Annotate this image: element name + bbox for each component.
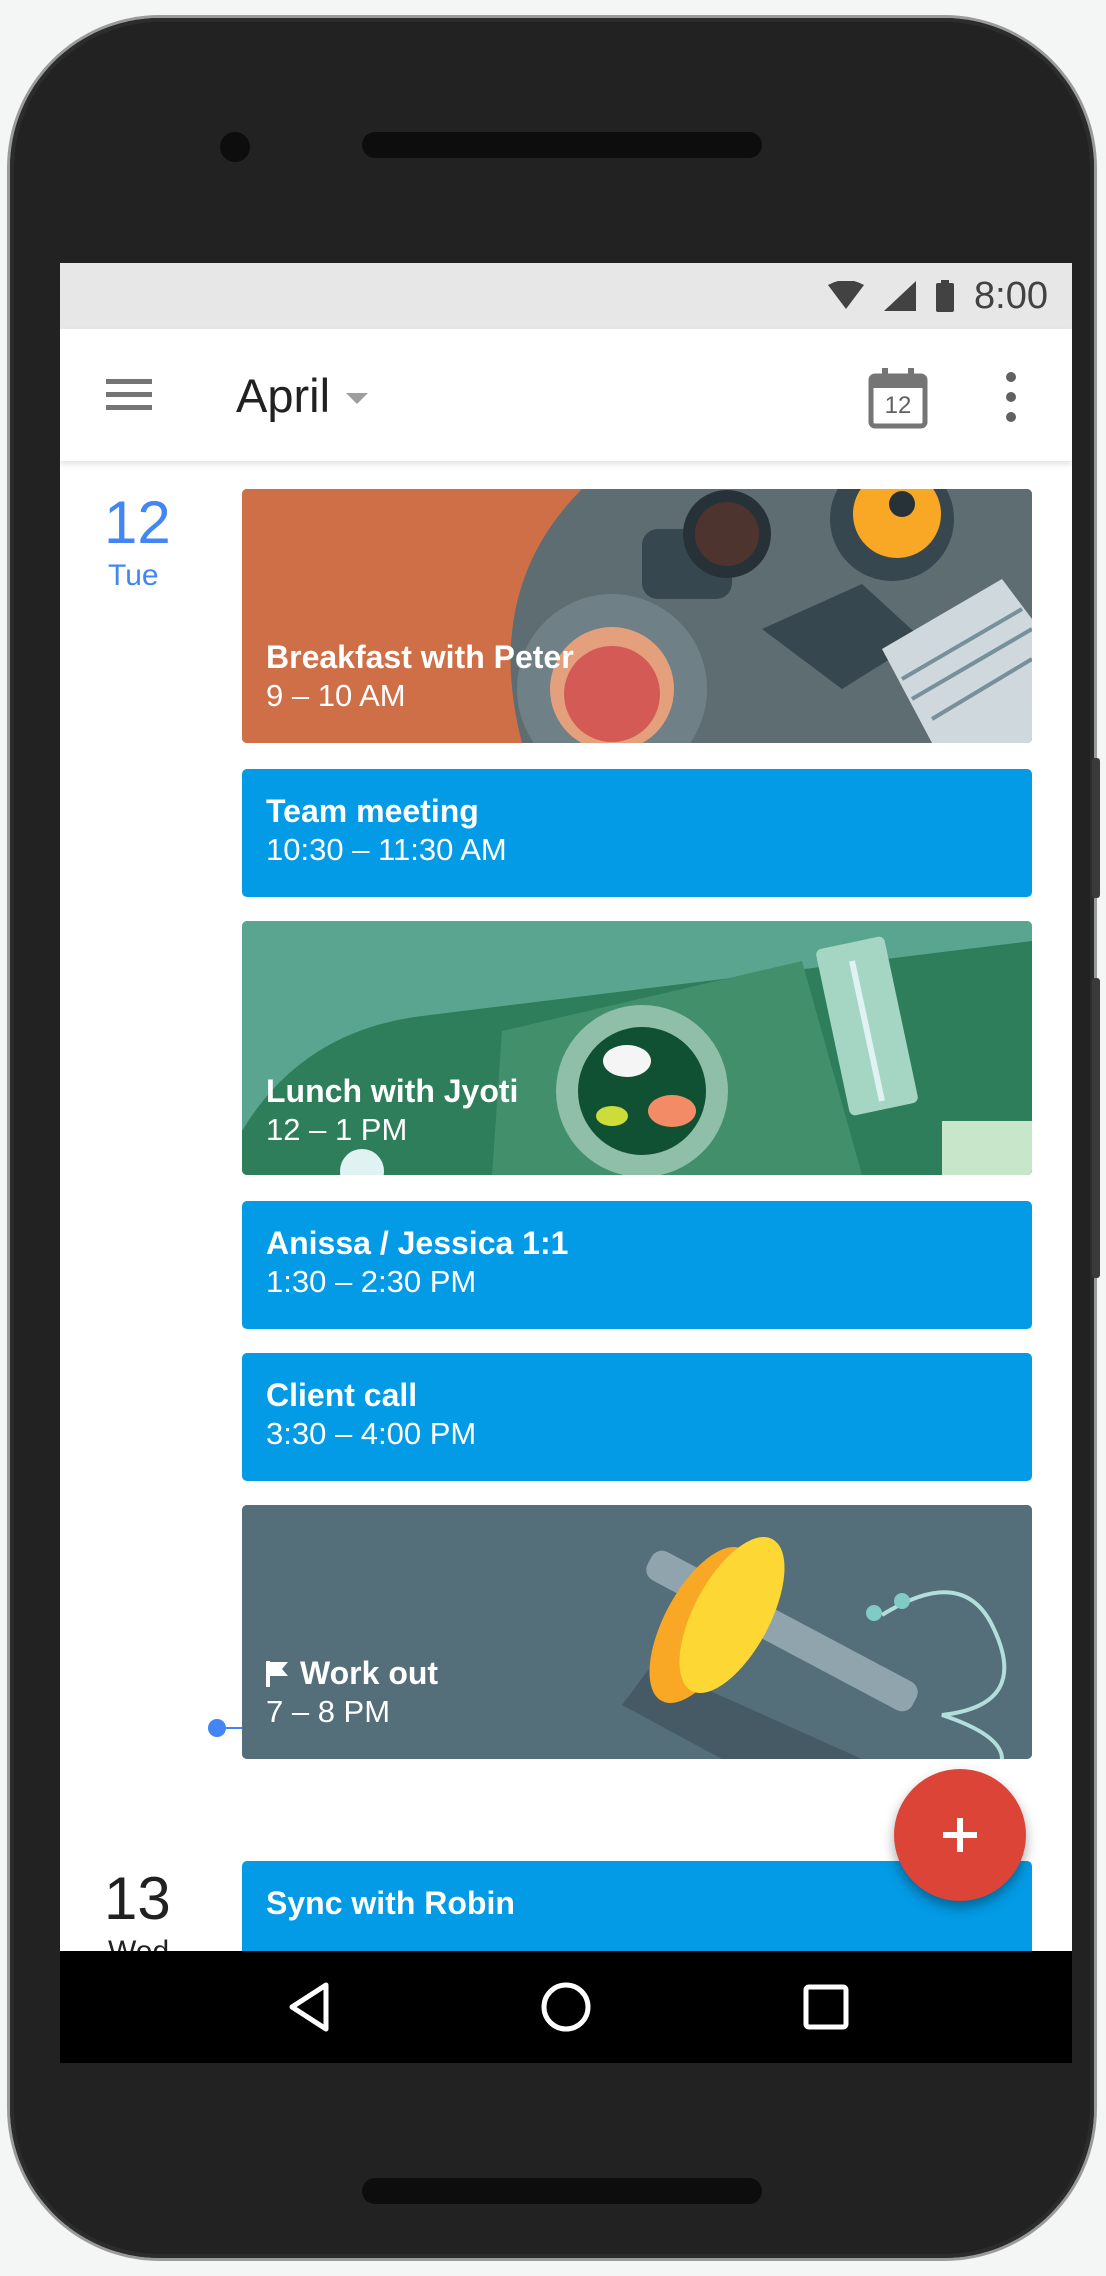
month-selector[interactable]: April: [236, 365, 369, 425]
earpiece-speaker: [362, 132, 762, 158]
event-client-call[interactable]: Client call 3:30 – 4:00 PM: [242, 1353, 1032, 1481]
chevron-down-icon: [346, 392, 369, 404]
front-camera: [220, 132, 250, 162]
menu-icon[interactable]: [106, 375, 152, 415]
event-time: 3:30 – 4:00 PM: [266, 1416, 477, 1451]
home-icon[interactable]: [536, 1977, 596, 2037]
system-nav-bar: [60, 1951, 1072, 2063]
event-title: Work out: [300, 1655, 439, 1691]
event-work-out[interactable]: Work out 7 – 8 PM: [242, 1505, 1032, 1759]
status-bar: 8:00: [60, 263, 1072, 329]
event-title: Breakfast with Peter: [266, 639, 574, 675]
more-vert-icon[interactable]: [996, 369, 1026, 425]
day-number: 12: [104, 489, 171, 556]
power-button: [1092, 978, 1100, 1278]
event-title: Team meeting: [266, 793, 479, 829]
event-title: Sync with Robin: [266, 1885, 515, 1921]
app-bar: April 12: [60, 329, 1072, 461]
event-title: Client call: [266, 1377, 418, 1413]
back-icon[interactable]: [280, 1977, 340, 2037]
event-time: 7 – 8 PM: [266, 1694, 391, 1729]
schedule-list[interactable]: 12 Tue Breakfast with Peter 9 – 10 AM Te…: [60, 461, 1072, 1951]
recents-icon[interactable]: [796, 1977, 856, 2037]
event-time: 9 – 10 AM: [266, 678, 406, 713]
volume-button: [1092, 758, 1100, 898]
cell-signal-icon: [884, 281, 917, 311]
event-title: Lunch with Jyoti: [266, 1073, 519, 1109]
calendar-day-number: 12: [884, 392, 912, 419]
event-time: 1:30 – 2:30 PM: [266, 1264, 477, 1299]
flag-icon: [266, 1660, 288, 1687]
page-title: April: [236, 368, 331, 422]
today-button[interactable]: 12: [868, 367, 928, 429]
day-name: Wed: [108, 1935, 169, 1951]
event-breakfast-with-peter[interactable]: Breakfast with Peter 9 – 10 AM: [242, 489, 1032, 743]
wifi-icon: [828, 281, 865, 309]
screen: 8:00 April 12 12 Tue Breakfast with Pete…: [60, 263, 1072, 2063]
battery-icon: [936, 280, 955, 312]
day-number: 13: [104, 1865, 171, 1932]
create-event-button[interactable]: [894, 1769, 1026, 1901]
event-team-meeting[interactable]: Team meeting 10:30 – 11:30 AM: [242, 769, 1032, 897]
bottom-speaker: [362, 2178, 762, 2204]
plus-icon: [943, 1818, 977, 1852]
event-time: 10:30 – 11:30 AM: [266, 832, 507, 867]
event-anissa-jessica[interactable]: Anissa / Jessica 1:1 1:30 – 2:30 PM: [242, 1201, 1032, 1329]
status-time: 8:00: [974, 274, 1048, 317]
day-name: Tue: [108, 559, 159, 592]
phone-frame: 8:00 April 12 12 Tue Breakfast with Pete…: [10, 18, 1100, 2258]
event-time: 12 – 1 PM: [266, 1112, 408, 1147]
current-time-dot: [208, 1719, 226, 1737]
event-lunch-with-jyoti[interactable]: Lunch with Jyoti 12 – 1 PM: [242, 921, 1032, 1175]
event-title: Anissa / Jessica 1:1: [266, 1225, 569, 1261]
